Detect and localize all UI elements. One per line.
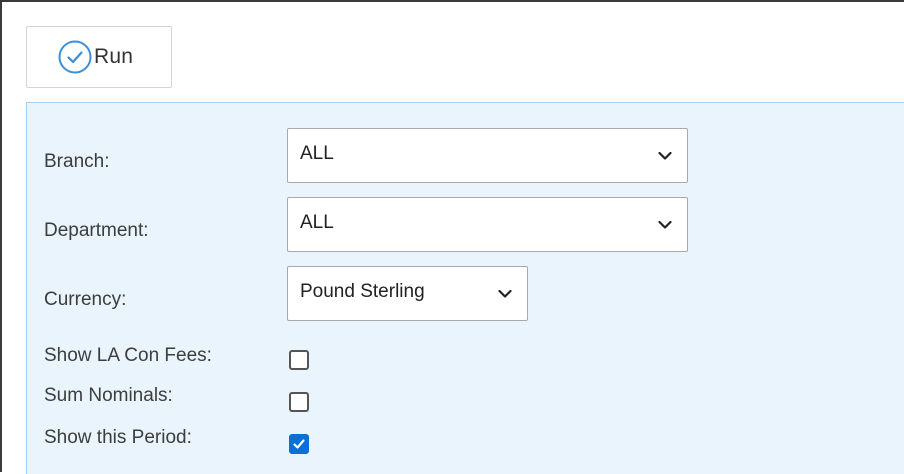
report-frame: Run Branch: ALL Department: ALL Currency… — [0, 0, 904, 474]
branch-select-value: ALL — [300, 143, 334, 164]
chevron-down-icon — [658, 151, 672, 160]
branch-select[interactable]: ALL — [287, 128, 688, 183]
show-la-con-fees-checkbox[interactable] — [289, 350, 309, 370]
department-select-value: ALL — [300, 212, 334, 233]
show-this-period-checkbox[interactable] — [289, 434, 309, 454]
department-select[interactable]: ALL — [287, 197, 688, 252]
currency-select-value: Pound Sterling — [300, 281, 425, 302]
check-circle-icon — [58, 40, 92, 74]
currency-select[interactable]: Pound Sterling — [287, 266, 528, 321]
report-options-panel: Branch: ALL Department: ALL Currency: Po… — [26, 102, 904, 474]
sum-nominals-label: Sum Nominals: — [44, 385, 173, 406]
sum-nominals-checkbox[interactable] — [289, 392, 309, 412]
chevron-down-icon — [658, 220, 672, 229]
run-button[interactable]: Run — [26, 26, 172, 88]
run-label: Run — [94, 45, 134, 68]
show-la-con-fees-label: Show LA Con Fees: — [44, 345, 212, 366]
show-this-period-label: Show this Period: — [44, 427, 192, 448]
currency-label: Currency: — [44, 289, 127, 310]
branch-label: Branch: — [44, 151, 110, 172]
chevron-down-icon — [498, 289, 512, 298]
checkmark-icon — [293, 439, 305, 449]
department-label: Department: — [44, 220, 149, 241]
